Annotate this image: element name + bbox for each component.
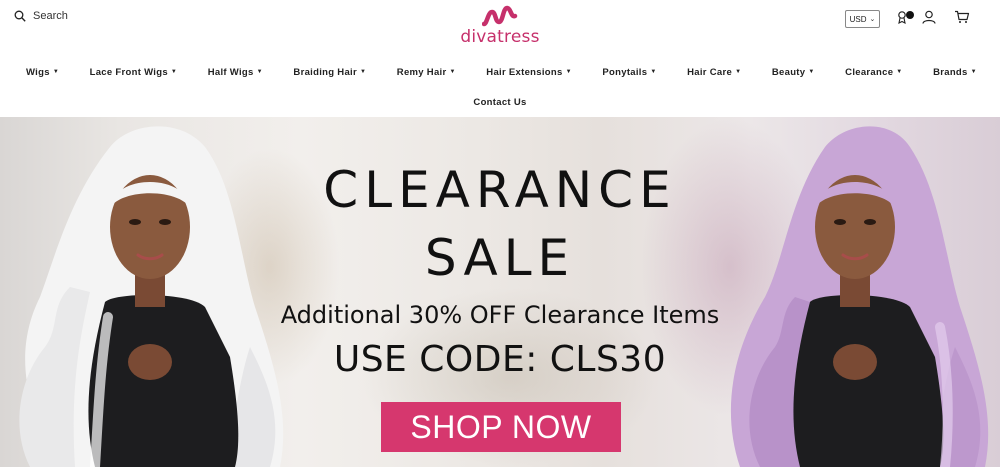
caret-down-icon: ▼	[896, 69, 903, 75]
nav-item-label: Ponytails	[602, 66, 648, 78]
site-header: Search divatress USD ⌄	[0, 0, 1000, 56]
caret-down-icon: ▼	[970, 69, 977, 75]
hero-banner[interactable]: CLEARANCE SALE Additional 30% OFF Cleara…	[0, 117, 1000, 467]
nav-item-label: Lace Front Wigs	[89, 66, 168, 78]
nav-item-label: Contact Us	[473, 97, 527, 108]
nav-item-contact-us[interactable]: Contact Us	[473, 97, 526, 108]
nav-item-label: Wigs	[26, 66, 50, 78]
caret-down-icon: ▼	[735, 69, 742, 75]
nav-item-half-wigs[interactable]: Half Wigs ▼	[208, 62, 263, 82]
nav-item-hair-care[interactable]: Hair Care ▼	[687, 62, 741, 82]
search-icon	[14, 10, 26, 22]
cart-button[interactable]	[952, 10, 972, 28]
caret-down-icon: ▼	[256, 69, 263, 75]
caret-down-icon: ▼	[565, 69, 572, 75]
logo-text: divatress	[460, 27, 540, 47]
search-label: Search	[33, 10, 68, 22]
nav-item-label: Brands	[933, 66, 968, 78]
caret-down-icon: ▼	[52, 69, 60, 75]
hero-promo-code: USE CODE: CLS30	[333, 339, 667, 380]
nav-item-label: Hair Extensions	[486, 66, 563, 78]
nav-item-wigs[interactable]: Wigs ▼	[26, 62, 59, 82]
caret-down-icon: ▼	[359, 69, 367, 75]
chevron-down-icon: ⌄	[869, 16, 876, 23]
cart-icon	[954, 10, 970, 29]
nav-item-label: Remy Hair	[396, 66, 447, 78]
caret-down-icon: ▼	[808, 69, 815, 75]
main-nav: Wigs ▼ Lace Front Wigs ▼ Half Wigs ▼ Braidi…	[0, 62, 1000, 82]
nav-item-lace-front-wigs[interactable]: Lace Front Wigs ▼	[90, 62, 178, 82]
nav-item-hair-extensions[interactable]: Hair Extensions ▼	[486, 62, 572, 82]
account-button[interactable]	[919, 10, 939, 28]
hero-headline-line2: SALE	[424, 229, 576, 287]
search-trigger[interactable]: Search	[14, 10, 68, 22]
nav-item-label: Half Wigs	[207, 66, 254, 78]
rewards-badge	[906, 11, 914, 19]
nav-item-remy-hair[interactable]: Remy Hair ▼	[397, 62, 456, 82]
hero-headline-line1: CLEARANCE	[323, 161, 677, 219]
nav-item-brands[interactable]: Brands ▼	[933, 62, 977, 82]
nav-item-beauty[interactable]: Beauty ▼	[772, 62, 815, 82]
currency-select[interactable]: USD ⌄	[845, 10, 880, 28]
nav-item-braiding-hair[interactable]: Braiding Hair ▼	[293, 62, 366, 82]
nav-item-label: Beauty	[771, 66, 806, 78]
site-logo[interactable]: divatress	[450, 4, 550, 47]
nav-item-ponytails[interactable]: Ponytails ▼	[602, 62, 656, 82]
nav-item-clearance[interactable]: Clearance ▼	[845, 62, 902, 82]
nav-item-label: Braiding Hair	[293, 66, 357, 78]
shop-now-button[interactable]: SHOP NOW	[381, 402, 621, 452]
secondary-nav: Contact Us	[0, 92, 1000, 110]
caret-down-icon: ▼	[449, 69, 456, 75]
caret-down-icon: ▼	[170, 69, 178, 75]
logo-mark-icon	[450, 4, 550, 28]
account-icon	[922, 10, 936, 29]
currency-value: USD	[849, 14, 867, 24]
nav-item-label: Hair Care	[687, 66, 733, 78]
caret-down-icon: ▼	[650, 69, 657, 75]
nav-item-label: Clearance	[845, 66, 894, 78]
hero-offer-text: Additional 30% OFF Clearance Items	[280, 301, 720, 329]
